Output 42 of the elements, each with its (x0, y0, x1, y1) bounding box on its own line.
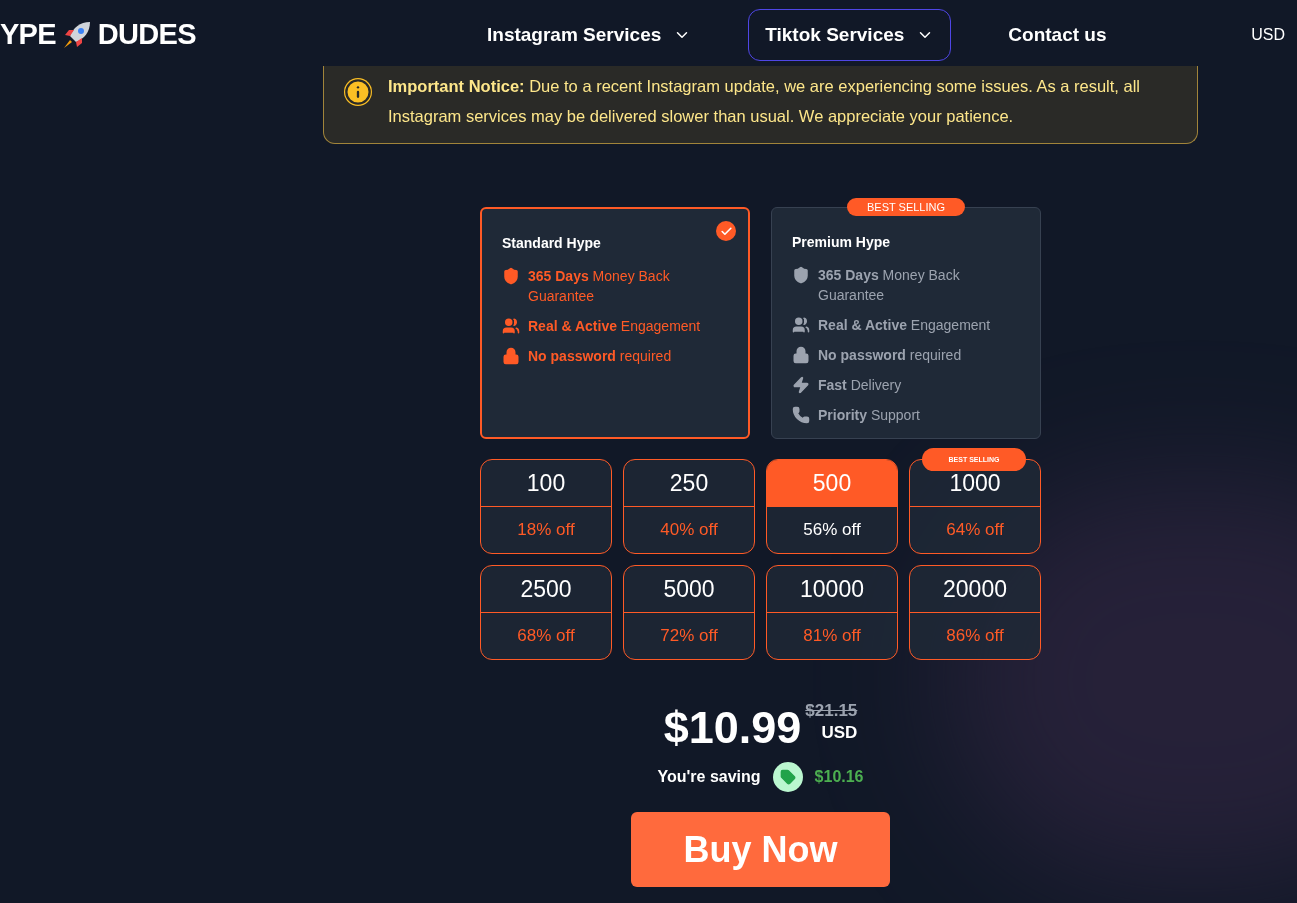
package-option[interactable]: 2500 68% off (480, 565, 612, 660)
currency-selector[interactable]: USD (1251, 23, 1285, 47)
best-selling-badge: BEST SELLING (846, 198, 966, 216)
package-option[interactable]: 5000 72% off (623, 565, 755, 660)
feature-text: Fast Delivery (818, 376, 902, 395)
users-icon (502, 317, 520, 335)
feature-text: Real & Active Engagement (528, 317, 701, 336)
feature-text: 365 Days Money Back Guarantee (528, 267, 671, 306)
feature-text: No password required (818, 346, 962, 365)
info-icon (344, 78, 372, 106)
check-icon (716, 221, 736, 241)
feature-text: Priority Support (818, 406, 920, 425)
lock-icon (792, 346, 810, 364)
tag-icon (772, 762, 803, 792)
feature-text: Real & Active Engagement (818, 316, 991, 335)
users-icon (792, 316, 810, 334)
logo-text[interactable]: DUDES (97, 13, 196, 57)
notice-text: Important Notice: Due to a recent Instagram update, we are experiencing some issues. As a result, all Instagram services may be delivered slower than usual. We appreciate your patience. (388, 76, 1141, 127)
currency-label: USD (821, 722, 858, 744)
plan-title: Standard Hype (502, 234, 602, 253)
phone-icon (792, 406, 810, 424)
package-option[interactable]: 10000 81% off (766, 565, 898, 660)
package-option[interactable]: 100 18% off (480, 459, 612, 554)
package-option[interactable]: 20000 86% off (909, 565, 1041, 660)
shield-check-icon (792, 266, 810, 284)
lightning-icon (792, 376, 810, 394)
original-price: $21.15 (805, 700, 858, 722)
logo-text[interactable]: YPE (0, 13, 56, 57)
price: $10.99 (663, 701, 802, 755)
saving-amount: $10.16 (814, 767, 864, 787)
nav-link[interactable]: Instagram Services (470, 9, 709, 61)
package-option[interactable]: 250 40% off (623, 459, 755, 554)
saving-label: You're saving (657, 767, 761, 787)
plan-card[interactable]: Standard Hype 365 Days Money Back Guarantee Real & Active Engagement No password required (480, 207, 750, 439)
feature-text: No password required (528, 347, 672, 366)
nav-link[interactable]: Contact us (991, 9, 1124, 61)
nav-link[interactable]: Tiktok Services (748, 9, 952, 61)
lock-icon (502, 347, 520, 365)
feature-text: 365 Days Money Back Guarantee (818, 266, 961, 305)
plan-title: Premium Hype (792, 233, 892, 252)
package-option[interactable]: 500 56% off (766, 459, 898, 554)
shield-check-icon (502, 267, 520, 285)
